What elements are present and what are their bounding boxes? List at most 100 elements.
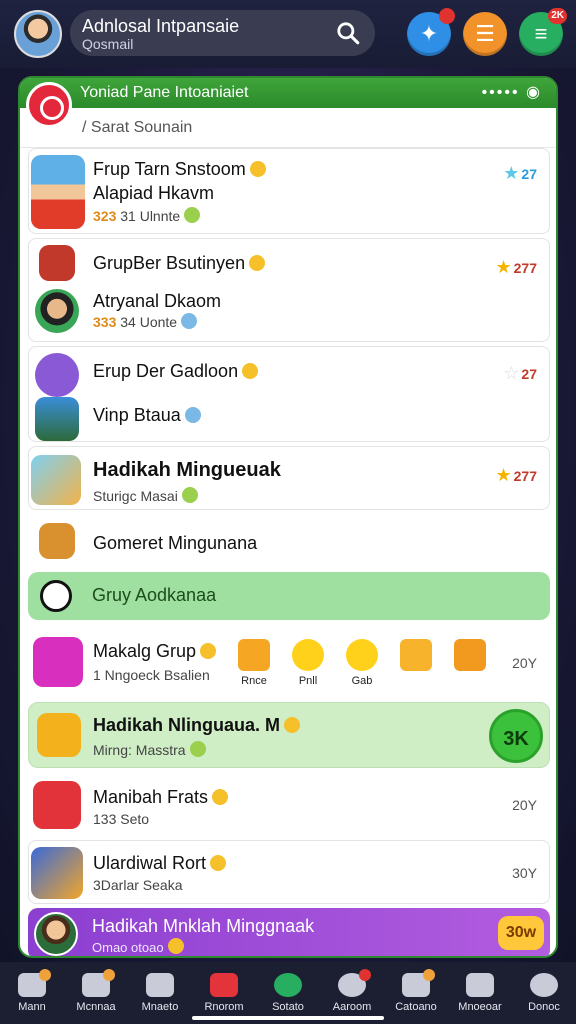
nav-item-mnaeto[interactable]: Mnaeto (131, 973, 189, 1013)
rating: ★ 27 (503, 163, 537, 183)
group-bar-label: Gruy Aodkanaa (92, 585, 217, 605)
item-meta: 3Darlar Seaka (93, 877, 183, 893)
nav-item-donoc[interactable]: Donoc (515, 973, 573, 1013)
emoji-icon (189, 741, 206, 757)
item-title: Gomeret Mingunana (93, 533, 258, 553)
search-icon[interactable] (335, 20, 361, 46)
item-meta: 133 Seto (93, 811, 150, 827)
rating: ★ 277 (495, 257, 538, 277)
star-icon: ★ (495, 465, 512, 485)
rating: ☆ 27 (503, 363, 537, 383)
avatar[interactable] (14, 10, 62, 58)
item-meta: Mirng: Masstra (93, 741, 206, 758)
box-icon (39, 523, 75, 559)
emoji-icon (200, 643, 217, 659)
list-item[interactable]: Frup Tarn Snstoom Alapiad Hkavm 323 31 U… (28, 148, 550, 234)
game-icon (35, 397, 79, 441)
store-button[interactable]: ☰ (463, 12, 507, 56)
trophy-icon (238, 639, 270, 671)
item-count: 30Y (512, 865, 537, 881)
reward-item[interactable]: Pnll (285, 639, 331, 687)
item-title: Ulardiwal Rort (93, 853, 227, 874)
item-meta: 333 34 Uonte (93, 313, 198, 330)
list-item[interactable]: Erup Der Gadloon Vinp Btaua ☆ 27 (28, 346, 550, 442)
list-item[interactable]: Gomeret Mingunana (28, 514, 550, 574)
list-item[interactable]: Ulardiwal Rort 3Darlar Seaka 30Y (28, 840, 550, 904)
star-icon: ☆ (503, 363, 520, 383)
item-meta: Omao otoao (92, 938, 184, 955)
emoji-icon (167, 938, 184, 954)
panel-search-placeholder: / Sarat Sounain (82, 119, 193, 136)
menu-button[interactable]: ≡ 2K (519, 8, 567, 56)
emoji-icon (284, 717, 301, 733)
group-icon (39, 245, 75, 281)
item-subtitle: Alapiad Hkavm (93, 183, 215, 203)
nav-item-aaroom[interactable]: Aaroom (323, 969, 381, 1013)
friends-button[interactable]: ✦ (407, 8, 455, 56)
highlight-item[interactable]: Hadikah Nlinguaua. M Mirng: Masstra 3K (28, 702, 550, 768)
item-title: Makalg Grup (93, 641, 217, 662)
chat-icon (210, 973, 238, 997)
star-icon: ★ (495, 257, 512, 277)
star-icon: ★ (503, 163, 520, 183)
item-title: Manibah Frats (93, 787, 229, 808)
panel-search[interactable]: / Sarat Sounain (20, 108, 556, 148)
menu-icon: ≡ (534, 21, 548, 46)
search-bar[interactable]: Adnlosal Intpansaie Qosmail (70, 10, 375, 56)
reward-item[interactable]: Rnce (231, 639, 277, 687)
item-title: Hadikah Nlinguaua. M (93, 715, 301, 736)
item-count: 20Y (512, 655, 537, 671)
emoji-icon (249, 161, 266, 177)
emoji-icon (181, 487, 198, 503)
group-avatar (31, 155, 85, 229)
reward-item[interactable]: Gab (339, 639, 385, 687)
emoji-icon (210, 855, 227, 871)
emoji-icon (249, 255, 266, 271)
nav-item-mcnnaa[interactable]: Mcnnaa (67, 969, 125, 1013)
emoji-icon (184, 207, 201, 223)
app-icon (33, 781, 81, 829)
star-icon (346, 639, 378, 671)
notification-dot (103, 969, 115, 981)
home-indicator[interactable] (192, 1016, 384, 1020)
list-item[interactable]: Hadikah Mingueuak Sturigc Masai ★ 277 (28, 446, 550, 510)
panel-title: Yoniad Pane Intoaniaiet (80, 84, 249, 101)
member-avatar (35, 289, 79, 333)
reward-item[interactable] (447, 639, 493, 675)
nav-item-mann[interactable]: Mann (3, 969, 61, 1013)
rating: ★ 277 (495, 465, 538, 485)
box-icon (400, 639, 432, 671)
item-count: 20Y (512, 797, 537, 813)
tag-badge[interactable]: 30w (498, 916, 544, 950)
main-panel: Yoniad Pane Intoaniaiet ••••• ◉ / Sarat … (18, 76, 558, 958)
nav-item-sotato[interactable]: Sotato (259, 973, 317, 1013)
nav-item-rnorom[interactable]: Rnorom (195, 973, 253, 1013)
list-item[interactable]: Manibah Frats 133 Seto 20Y (28, 772, 550, 838)
item-title: Hadikah Mnklah Minggnaak (92, 916, 315, 936)
item-title: Erup Der Gadloon (93, 361, 259, 382)
avatar (34, 912, 78, 956)
app-icon (33, 637, 83, 687)
panel-header: Yoniad Pane Intoaniaiet ••••• ◉ (20, 78, 556, 108)
list-item[interactable]: GrupBer Bsutinyen Atryanal Dkaom 333 34 … (28, 238, 550, 342)
count-pill[interactable]: 3K (489, 709, 543, 763)
menu-badge: 2K (548, 8, 567, 24)
cart-icon: ☰ (475, 21, 495, 46)
group-bar[interactable]: Gruy Aodkanaa (28, 572, 550, 620)
face-icon (530, 973, 558, 997)
item-title: Frup Tarn Snstoom (93, 159, 266, 180)
emoji-icon (242, 363, 259, 379)
featured-item[interactable]: Hadikah Mnklah Minggnaak Omao otoao 30w (28, 908, 550, 956)
screen-icon (466, 973, 494, 997)
refresh-icon (274, 973, 302, 997)
list-item[interactable]: Makalg Grup 1 Nngoeck Bsalien Rnce Pnll … (28, 630, 550, 696)
box-icon (454, 639, 486, 671)
reward-item[interactable] (393, 639, 439, 675)
item-meta: 323 31 Ulnnte (93, 207, 201, 224)
nav-item-catoano[interactable]: Catoano (387, 969, 445, 1013)
chat-icon (40, 580, 72, 612)
emoji-icon (181, 313, 198, 329)
item-meta: 1 Nngoeck Bsalien (93, 667, 210, 683)
nav-item-mnoeoar[interactable]: Mnoeoar (451, 973, 509, 1013)
more-options-icon[interactable]: ••••• ◉ (482, 78, 542, 108)
